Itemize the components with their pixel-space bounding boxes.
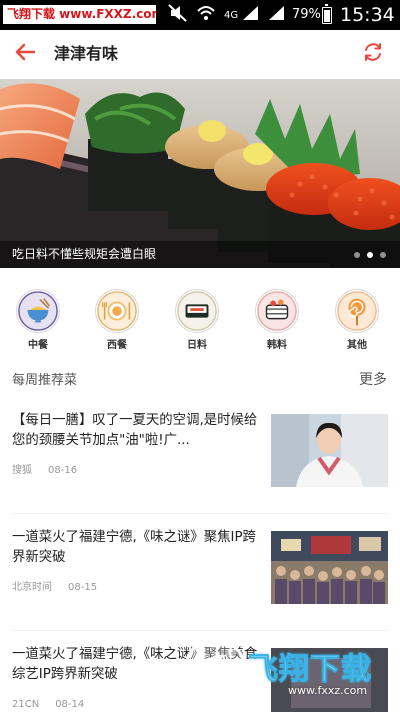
news-title: 【每日一膳】叹了一夏天的空调,是时候给您的颈腰关节加点"油"啦!广...	[12, 413, 258, 448]
banner-dot[interactable]	[354, 252, 360, 258]
category-label: 日料	[187, 340, 207, 351]
korean-food-icon	[255, 289, 299, 333]
category-korean[interactable]: 韩料	[247, 289, 307, 352]
banner-image	[0, 79, 400, 268]
lollipop-icon	[335, 289, 379, 333]
chinese-food-bowl-icon	[16, 289, 60, 333]
page-title: 津津有味	[54, 44, 119, 63]
news-source: 搜狐	[12, 465, 32, 476]
news-date: 08-14	[55, 699, 85, 710]
back-button[interactable]	[10, 40, 40, 68]
battery-percent: 79%	[292, 7, 321, 22]
mute-icon	[168, 4, 188, 26]
status-bar: 飞翔下载 www.FXXZ.com 4G 79% 15:34	[0, 0, 400, 30]
watermark-badge: 飞翔下载 www.FXXZ.com	[3, 5, 156, 24]
banner-pagination	[354, 252, 386, 258]
watermark-text: 飞翔下载	[248, 652, 372, 688]
network-type-label: 4G	[224, 9, 239, 21]
app-header: 津津有味	[0, 30, 400, 78]
battery-icon	[322, 4, 332, 24]
news-item[interactable]: 一道菜火了福建宁德,《味之谜》聚焦IP跨界新突破 北京时间 08-15	[0, 528, 400, 628]
category-label: 其他	[347, 340, 367, 351]
refresh-icon	[362, 41, 384, 67]
section-header: 每周推荐菜 更多	[0, 367, 400, 395]
banner-dot[interactable]	[380, 252, 386, 258]
category-western[interactable]: 西餐	[87, 289, 147, 352]
signal-secondary-icon	[268, 5, 286, 25]
watermark-url: www.fxxz.com	[288, 684, 368, 697]
category-chinese[interactable]: 中餐	[8, 289, 68, 352]
divider	[12, 513, 388, 514]
banner-caption: 吃日料不懂些规矩会遭白眼	[12, 247, 157, 261]
banner-dot-active[interactable]	[367, 252, 373, 258]
clock: 15:34	[340, 4, 395, 26]
category-label: 中餐	[28, 340, 48, 351]
news-item[interactable]: 【每日一膳】叹了一夏天的空调,是时候给您的颈腰关节加点"油"啦!广... 搜狐 …	[0, 411, 400, 511]
news-source: 北京时间	[12, 582, 52, 593]
news-title: 一道菜火了福建宁德,《味之谜》聚焦IP跨界新突破	[12, 530, 256, 565]
category-bar: 中餐 西餐 日料 韩料 其他	[0, 280, 400, 360]
news-thumbnail	[271, 414, 388, 487]
news-meta: 搜狐 08-16	[12, 465, 77, 477]
refresh-button[interactable]	[360, 41, 386, 67]
wifi-icon	[196, 4, 216, 26]
sushi-icon	[175, 289, 219, 333]
news-source: 21CN	[12, 699, 40, 710]
more-link[interactable]: 更多	[359, 371, 387, 389]
news-date: 08-15	[68, 582, 98, 593]
news-meta: 21CN 08-14	[12, 699, 84, 711]
banner-carousel[interactable]: 吃日料不懂些规矩会遭白眼	[0, 79, 400, 268]
western-food-plate-icon	[95, 289, 139, 333]
category-japanese[interactable]: 日料	[167, 289, 227, 352]
watermark-logo	[184, 638, 246, 700]
section-title: 每周推荐菜	[12, 373, 78, 388]
category-other[interactable]: 其他	[327, 289, 387, 352]
news-date: 08-16	[48, 465, 78, 476]
divider	[12, 630, 388, 631]
watermark-overlay: 飞翔下载 www.fxxz.com	[184, 638, 400, 712]
news-thumbnail	[271, 531, 388, 604]
back-arrow-icon	[14, 43, 36, 65]
category-label: 西餐	[107, 340, 127, 351]
category-label: 韩料	[267, 340, 287, 351]
signal-icon	[242, 5, 260, 25]
news-meta: 北京时间 08-15	[12, 582, 97, 594]
